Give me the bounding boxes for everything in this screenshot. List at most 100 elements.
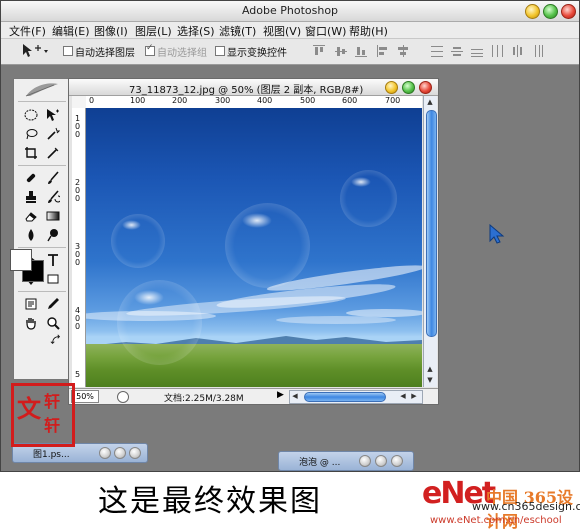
feather-icon (25, 83, 58, 97)
ruler-label: 600 (342, 96, 358, 105)
image-canvas[interactable] (86, 108, 422, 387)
menu-view[interactable]: 视图(V) (263, 23, 301, 39)
scroll-right-arrow-icon[interactable]: ▶ (409, 391, 419, 401)
blur-tool-icon[interactable] (22, 226, 40, 244)
auto-select-group-label: 自动选择组 (157, 48, 207, 59)
distribute-bottom-icon[interactable] (471, 45, 483, 57)
auto-select-layer-label: 自动选择图层 (75, 48, 135, 59)
scroll-left-arrow-icon[interactable]: ◀ (398, 391, 408, 401)
align-top-icon[interactable] (313, 45, 325, 57)
align-left-icon[interactable] (377, 45, 389, 57)
menu-edit[interactable]: 编辑(E) (52, 23, 90, 39)
doc-maximize-button[interactable] (402, 81, 415, 94)
align-hcenter-icon[interactable] (397, 45, 409, 57)
bubble (340, 170, 397, 227)
ruler-label: 300 (215, 96, 231, 105)
scroll-left-arrow-icon[interactable]: ◀ (290, 391, 300, 401)
doc-close-button[interactable] (419, 81, 432, 94)
swap-colors-icon[interactable] (50, 334, 62, 346)
eyedropper-icon[interactable] (44, 295, 62, 313)
tool-palette (13, 78, 71, 380)
menu-file[interactable]: 文件(F) (9, 23, 46, 39)
gradient-tool-icon[interactable] (44, 207, 62, 225)
dodge-tool-icon[interactable] (44, 226, 62, 244)
title-bar: Adobe Photoshop (1, 1, 579, 22)
ruler-label: 0 (75, 322, 81, 331)
scroll-up-arrow-icon[interactable]: ▲ (424, 97, 436, 107)
hand-tool-icon[interactable] (22, 314, 40, 332)
align-vcenter-icon[interactable] (335, 45, 347, 57)
maximize-button[interactable] (543, 4, 558, 19)
distribute-right-icon[interactable] (531, 45, 543, 57)
menu-filter[interactable]: 滤镜(T) (219, 23, 256, 39)
lasso-tool-icon[interactable] (22, 125, 40, 143)
move-tool-icon[interactable] (44, 106, 62, 124)
auto-select-layer-checkbox[interactable] (63, 46, 73, 56)
vertical-scrollbar[interactable]: ▲ ▲ ▼ (423, 96, 437, 387)
bubble (225, 203, 310, 288)
scroll-up-arrow-icon[interactable]: ▲ (424, 364, 436, 374)
slice-tool-icon[interactable] (44, 144, 62, 162)
show-transform-checkbox[interactable] (215, 46, 225, 56)
document-info: 文档:2.25M/3.28M (164, 394, 244, 404)
close-button[interactable] (391, 455, 403, 467)
doc-minimize-button[interactable] (385, 81, 398, 94)
shape-tool-icon[interactable] (44, 270, 62, 288)
history-brush-icon[interactable] (44, 188, 62, 206)
ruler-label: 0 (75, 194, 81, 203)
vertical-ruler: 1 0 0 2 0 0 3 0 0 4 0 0 5 (72, 108, 86, 387)
menu-help[interactable]: 帮助(H) (349, 23, 388, 39)
ruler-label: 400 (257, 96, 273, 105)
crop-tool-icon[interactable] (22, 144, 40, 162)
clone-stamp-icon[interactable] (22, 188, 40, 206)
maximize-button[interactable] (375, 455, 387, 467)
auto-select-group-checkbox[interactable] (145, 43, 155, 56)
menu-image[interactable]: 图像(I) (94, 23, 128, 39)
bubble (111, 214, 165, 268)
minimized-document-label: 图1.ps... (33, 450, 70, 460)
ruler-label: 500 (300, 96, 316, 105)
move-tool-icon[interactable] (21, 43, 51, 59)
foreground-color-swatch[interactable] (10, 249, 32, 271)
ruler-label: 0 (75, 130, 81, 139)
align-bottom-icon[interactable] (355, 45, 367, 57)
brush-tool-icon[interactable] (44, 169, 62, 187)
minimize-button[interactable] (525, 4, 540, 19)
menu-layer[interactable]: 图层(L) (135, 23, 172, 39)
photoshop-window: Adobe Photoshop 文件(F) 编辑(E) 图像(I) 图层(L) … (0, 0, 580, 472)
status-arrow-icon[interactable]: ▶ (277, 390, 284, 400)
status-menu-icon[interactable] (117, 391, 129, 403)
minimized-document[interactable]: 泡泡 @ ... (278, 451, 414, 471)
restore-button[interactable] (359, 455, 371, 467)
marquee-tool-icon[interactable] (22, 106, 40, 124)
vertical-scroll-thumb[interactable] (426, 110, 437, 337)
distribute-left-icon[interactable] (491, 45, 503, 57)
seal-char: 轩 (44, 392, 61, 411)
horizontal-scrollbar[interactable]: ◀ ◀ ▶ (289, 390, 423, 404)
scroll-down-arrow-icon[interactable]: ▼ (424, 375, 436, 385)
healing-brush-icon[interactable] (22, 169, 40, 187)
restore-button[interactable] (99, 447, 111, 459)
ruler-label: 5 (75, 370, 81, 379)
horizontal-scroll-thumb[interactable] (304, 392, 386, 402)
seal-char: 文 (17, 394, 41, 423)
menu-select[interactable]: 选择(S) (177, 23, 215, 39)
status-bar: 50% 文档:2.25M/3.28M ▶ ◀ ◀ ▶ (69, 388, 438, 404)
distribute-hcenter-icon[interactable] (511, 45, 523, 57)
magic-wand-icon[interactable] (44, 125, 62, 143)
close-button[interactable] (129, 447, 141, 459)
zoom-tool-icon[interactable] (44, 314, 62, 332)
close-button[interactable] (561, 4, 576, 19)
distribute-top-icon[interactable] (431, 45, 443, 57)
document-title-bar: 73_11873_12.jpg @ 50% (图层 2 副本, RGB/8#) (69, 79, 438, 96)
distribute-vcenter-icon[interactable] (451, 45, 463, 57)
type-tool-icon[interactable] (44, 251, 62, 269)
maximize-button[interactable] (114, 447, 126, 459)
eraser-tool-icon[interactable] (22, 207, 40, 225)
bubble (117, 280, 202, 365)
zoom-field[interactable]: 50% (71, 390, 99, 403)
notes-tool-icon[interactable] (22, 295, 40, 313)
watermark-site: www.cn365design.com (472, 500, 580, 513)
menu-window[interactable]: 窗口(W) (305, 23, 346, 39)
ruler-label: 700 (385, 96, 401, 105)
